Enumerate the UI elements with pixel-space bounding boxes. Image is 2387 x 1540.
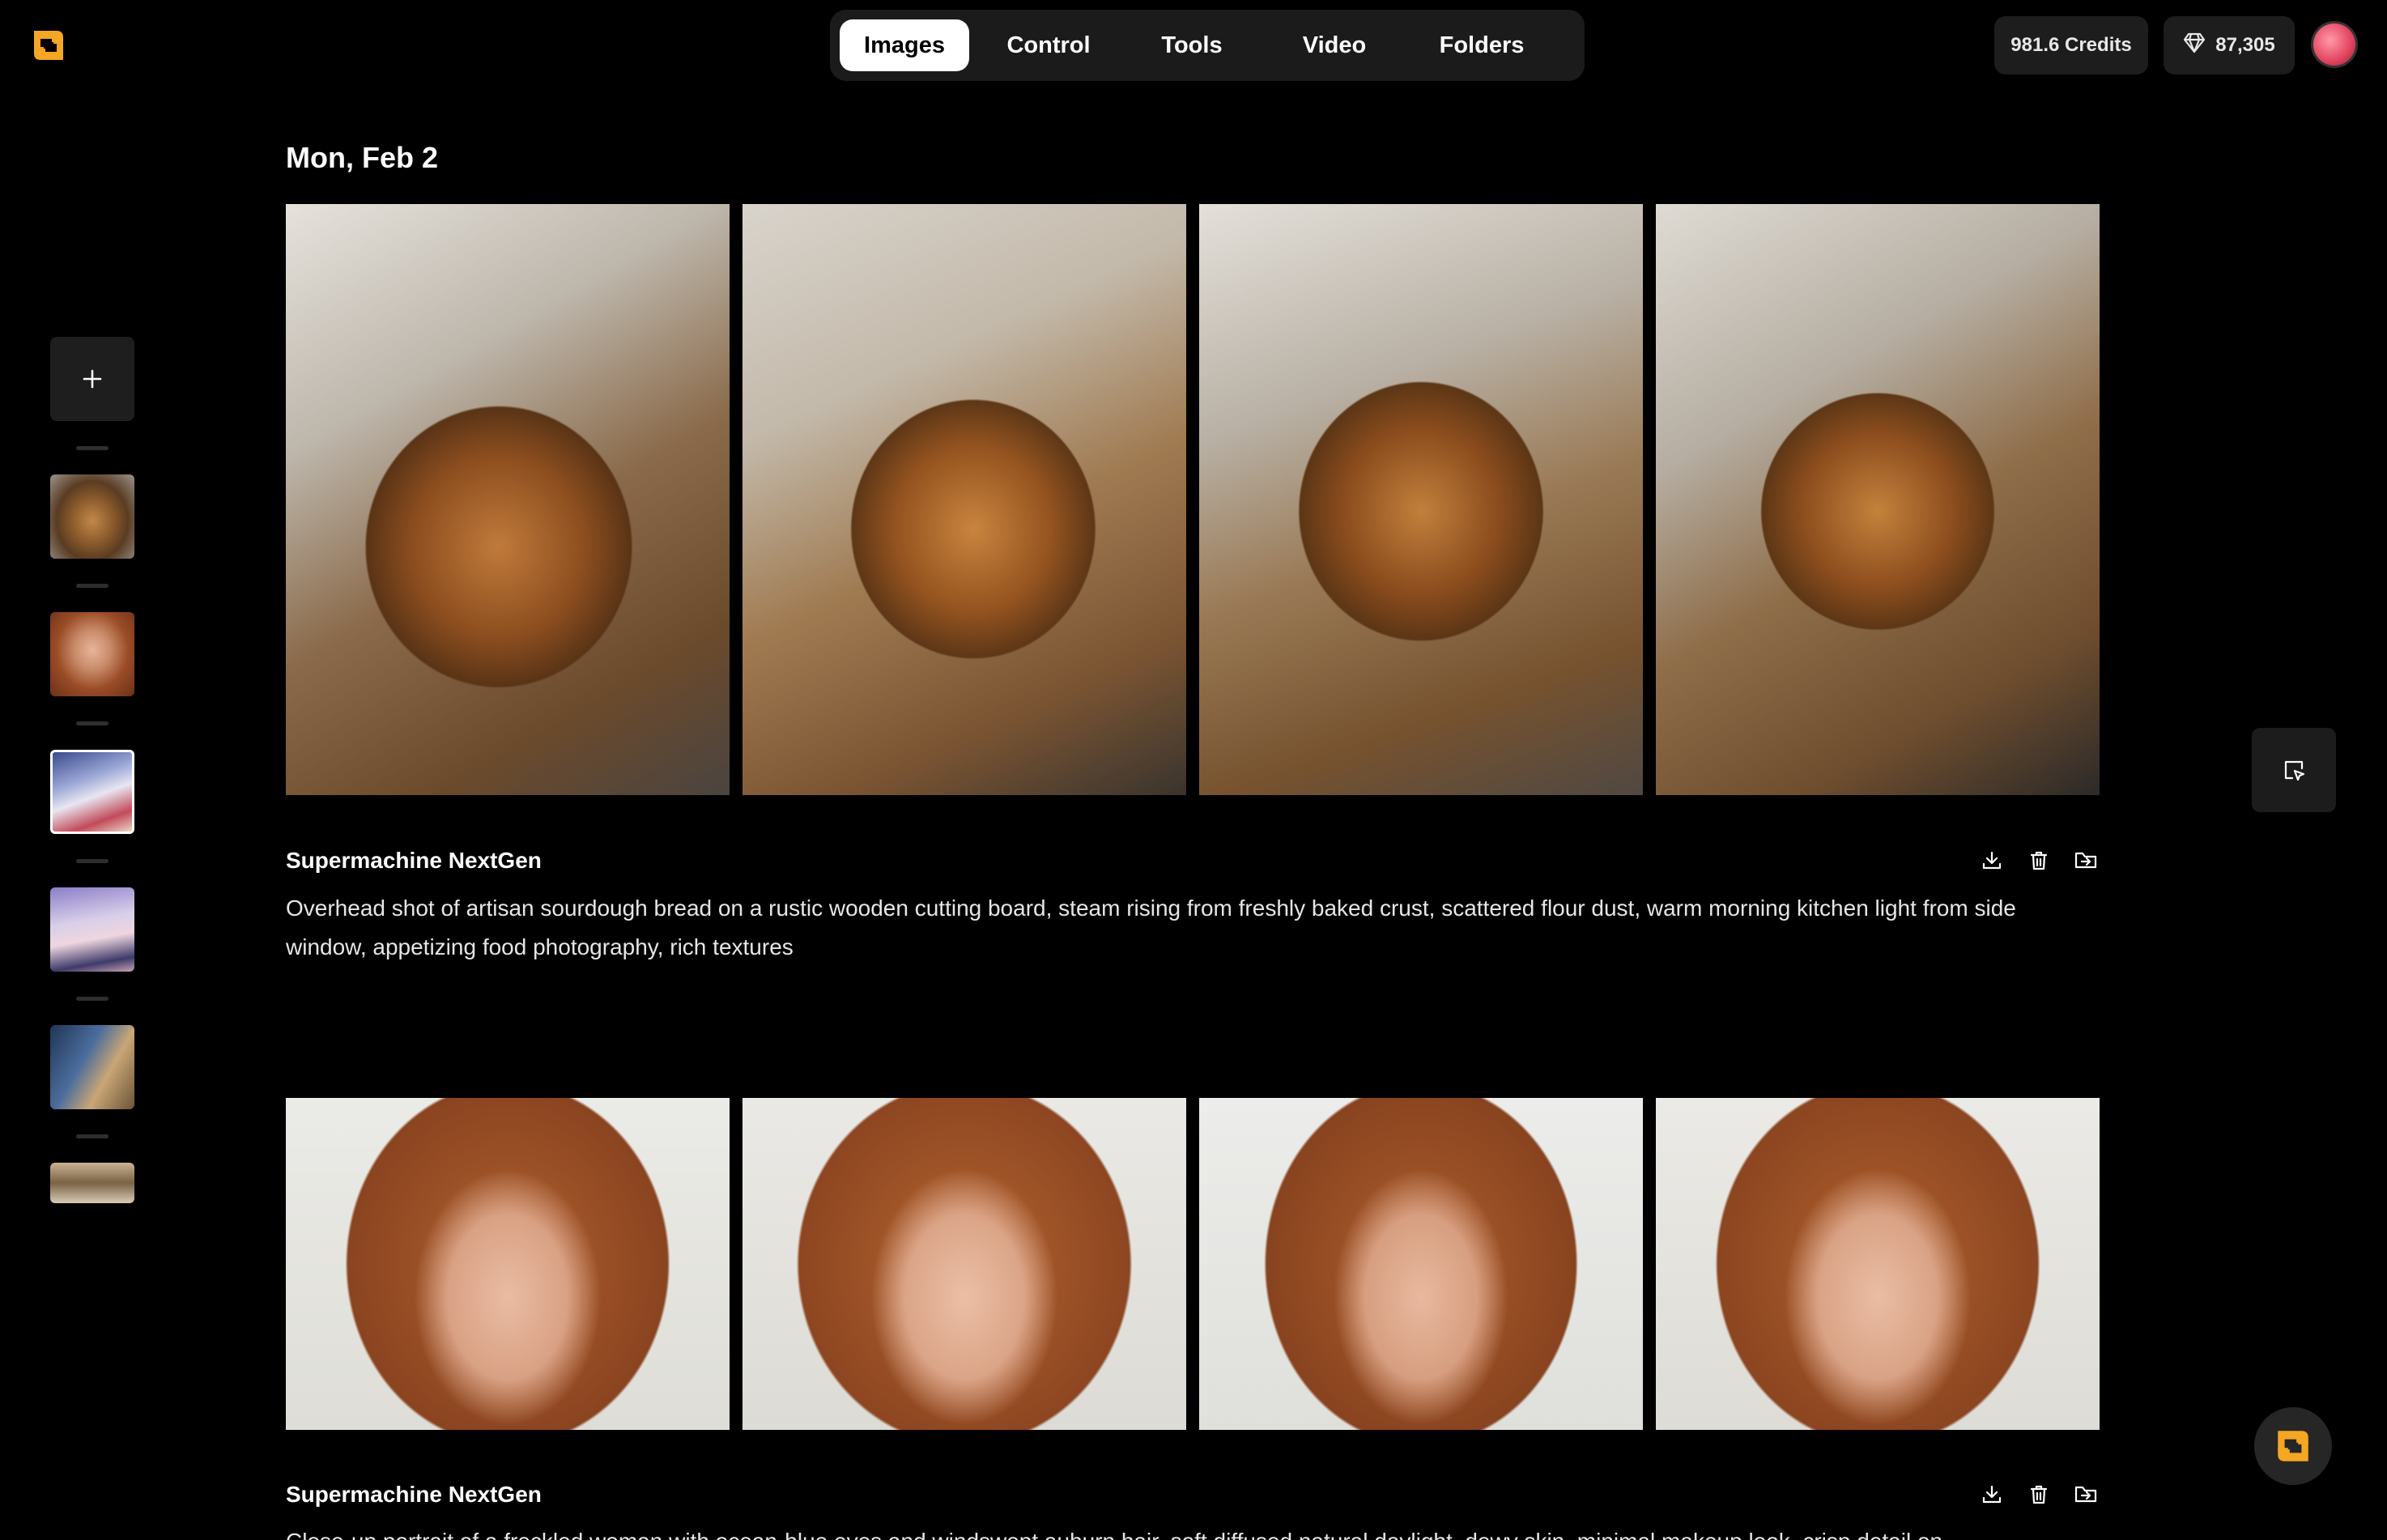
delete-button[interactable]: [2026, 1482, 2052, 1508]
new-generation-button[interactable]: [50, 337, 134, 421]
generated-image[interactable]: [1656, 204, 2100, 795]
history-thumb-interior[interactable]: [50, 1163, 134, 1203]
folder-move-icon: [2074, 852, 2097, 869]
tab-folders[interactable]: Folders: [1413, 19, 1551, 71]
gems-badge[interactable]: 87,305: [2164, 16, 2295, 74]
history-thumb-anime[interactable]: [50, 750, 134, 834]
history-thumb-architecture[interactable]: [50, 1025, 134, 1109]
generated-image[interactable]: [1199, 1098, 1643, 1430]
generated-image[interactable]: [286, 204, 730, 795]
credits-badge[interactable]: 981.6 Credits: [1994, 16, 2148, 74]
history-thumb-anime-2[interactable]: [50, 887, 134, 972]
gems-count: 87,305: [2215, 34, 2275, 56]
move-to-folder-button[interactable]: [2073, 848, 2099, 874]
credits-text: 981.6 Credits: [2010, 34, 2132, 56]
image-grid-portrait: [286, 1098, 2100, 1430]
tab-images[interactable]: Images: [840, 19, 969, 71]
feed-date: Mon, Feb 2: [286, 141, 438, 174]
cursor-select-icon: [2284, 760, 2305, 781]
history-thumb-portrait[interactable]: [50, 612, 134, 696]
folder-move-icon: [2074, 1486, 2097, 1503]
download-button[interactable]: [1979, 848, 2005, 874]
generated-image[interactable]: [1199, 204, 1643, 795]
diamond-icon: [2183, 32, 2206, 59]
thumb-divider: [76, 584, 108, 588]
plus-icon: [83, 369, 102, 389]
history-thumb-bread[interactable]: [50, 474, 134, 559]
prompt-text: Close-up portrait of a freckled woman wi…: [286, 1522, 2100, 1540]
tab-tools[interactable]: Tools: [1128, 19, 1256, 71]
image-grid-bread: [286, 204, 2100, 795]
thumb-divider: [76, 1134, 108, 1138]
tab-video[interactable]: Video: [1256, 19, 1413, 71]
move-to-folder-button[interactable]: [2073, 1482, 2099, 1508]
app-logo[interactable]: [29, 28, 68, 63]
trash-icon: [2030, 1485, 2048, 1504]
trash-icon: [2030, 851, 2048, 870]
download-button[interactable]: [1979, 1482, 2005, 1508]
thumb-divider: [76, 859, 108, 863]
download-icon: [1982, 1485, 2002, 1504]
tab-control[interactable]: Control: [969, 19, 1128, 71]
thumb-divider: [76, 997, 108, 1001]
select-tool-button[interactable]: [2252, 728, 2336, 812]
generated-image[interactable]: [742, 204, 1186, 795]
model-name: Supermachine NextGen: [286, 1482, 542, 1507]
image-actions: [1979, 1482, 2099, 1508]
thumb-divider: [76, 721, 108, 725]
generated-image[interactable]: [286, 1098, 730, 1430]
delete-button[interactable]: [2026, 848, 2052, 874]
download-icon: [1982, 851, 2002, 870]
thumb-divider: [76, 446, 108, 450]
generated-image[interactable]: [742, 1098, 1186, 1430]
user-avatar[interactable]: [2311, 21, 2358, 68]
prompt-text: Overhead shot of artisan sourdough bread…: [286, 895, 2016, 959]
assistant-button[interactable]: [2254, 1407, 2332, 1485]
main-nav: Images Control Tools Video Folders: [830, 10, 1585, 81]
image-actions: [1979, 848, 2099, 874]
brand-logo-icon: [2278, 1431, 2308, 1461]
model-name: Supermachine NextGen: [286, 848, 542, 873]
generated-image[interactable]: [1656, 1098, 2100, 1430]
